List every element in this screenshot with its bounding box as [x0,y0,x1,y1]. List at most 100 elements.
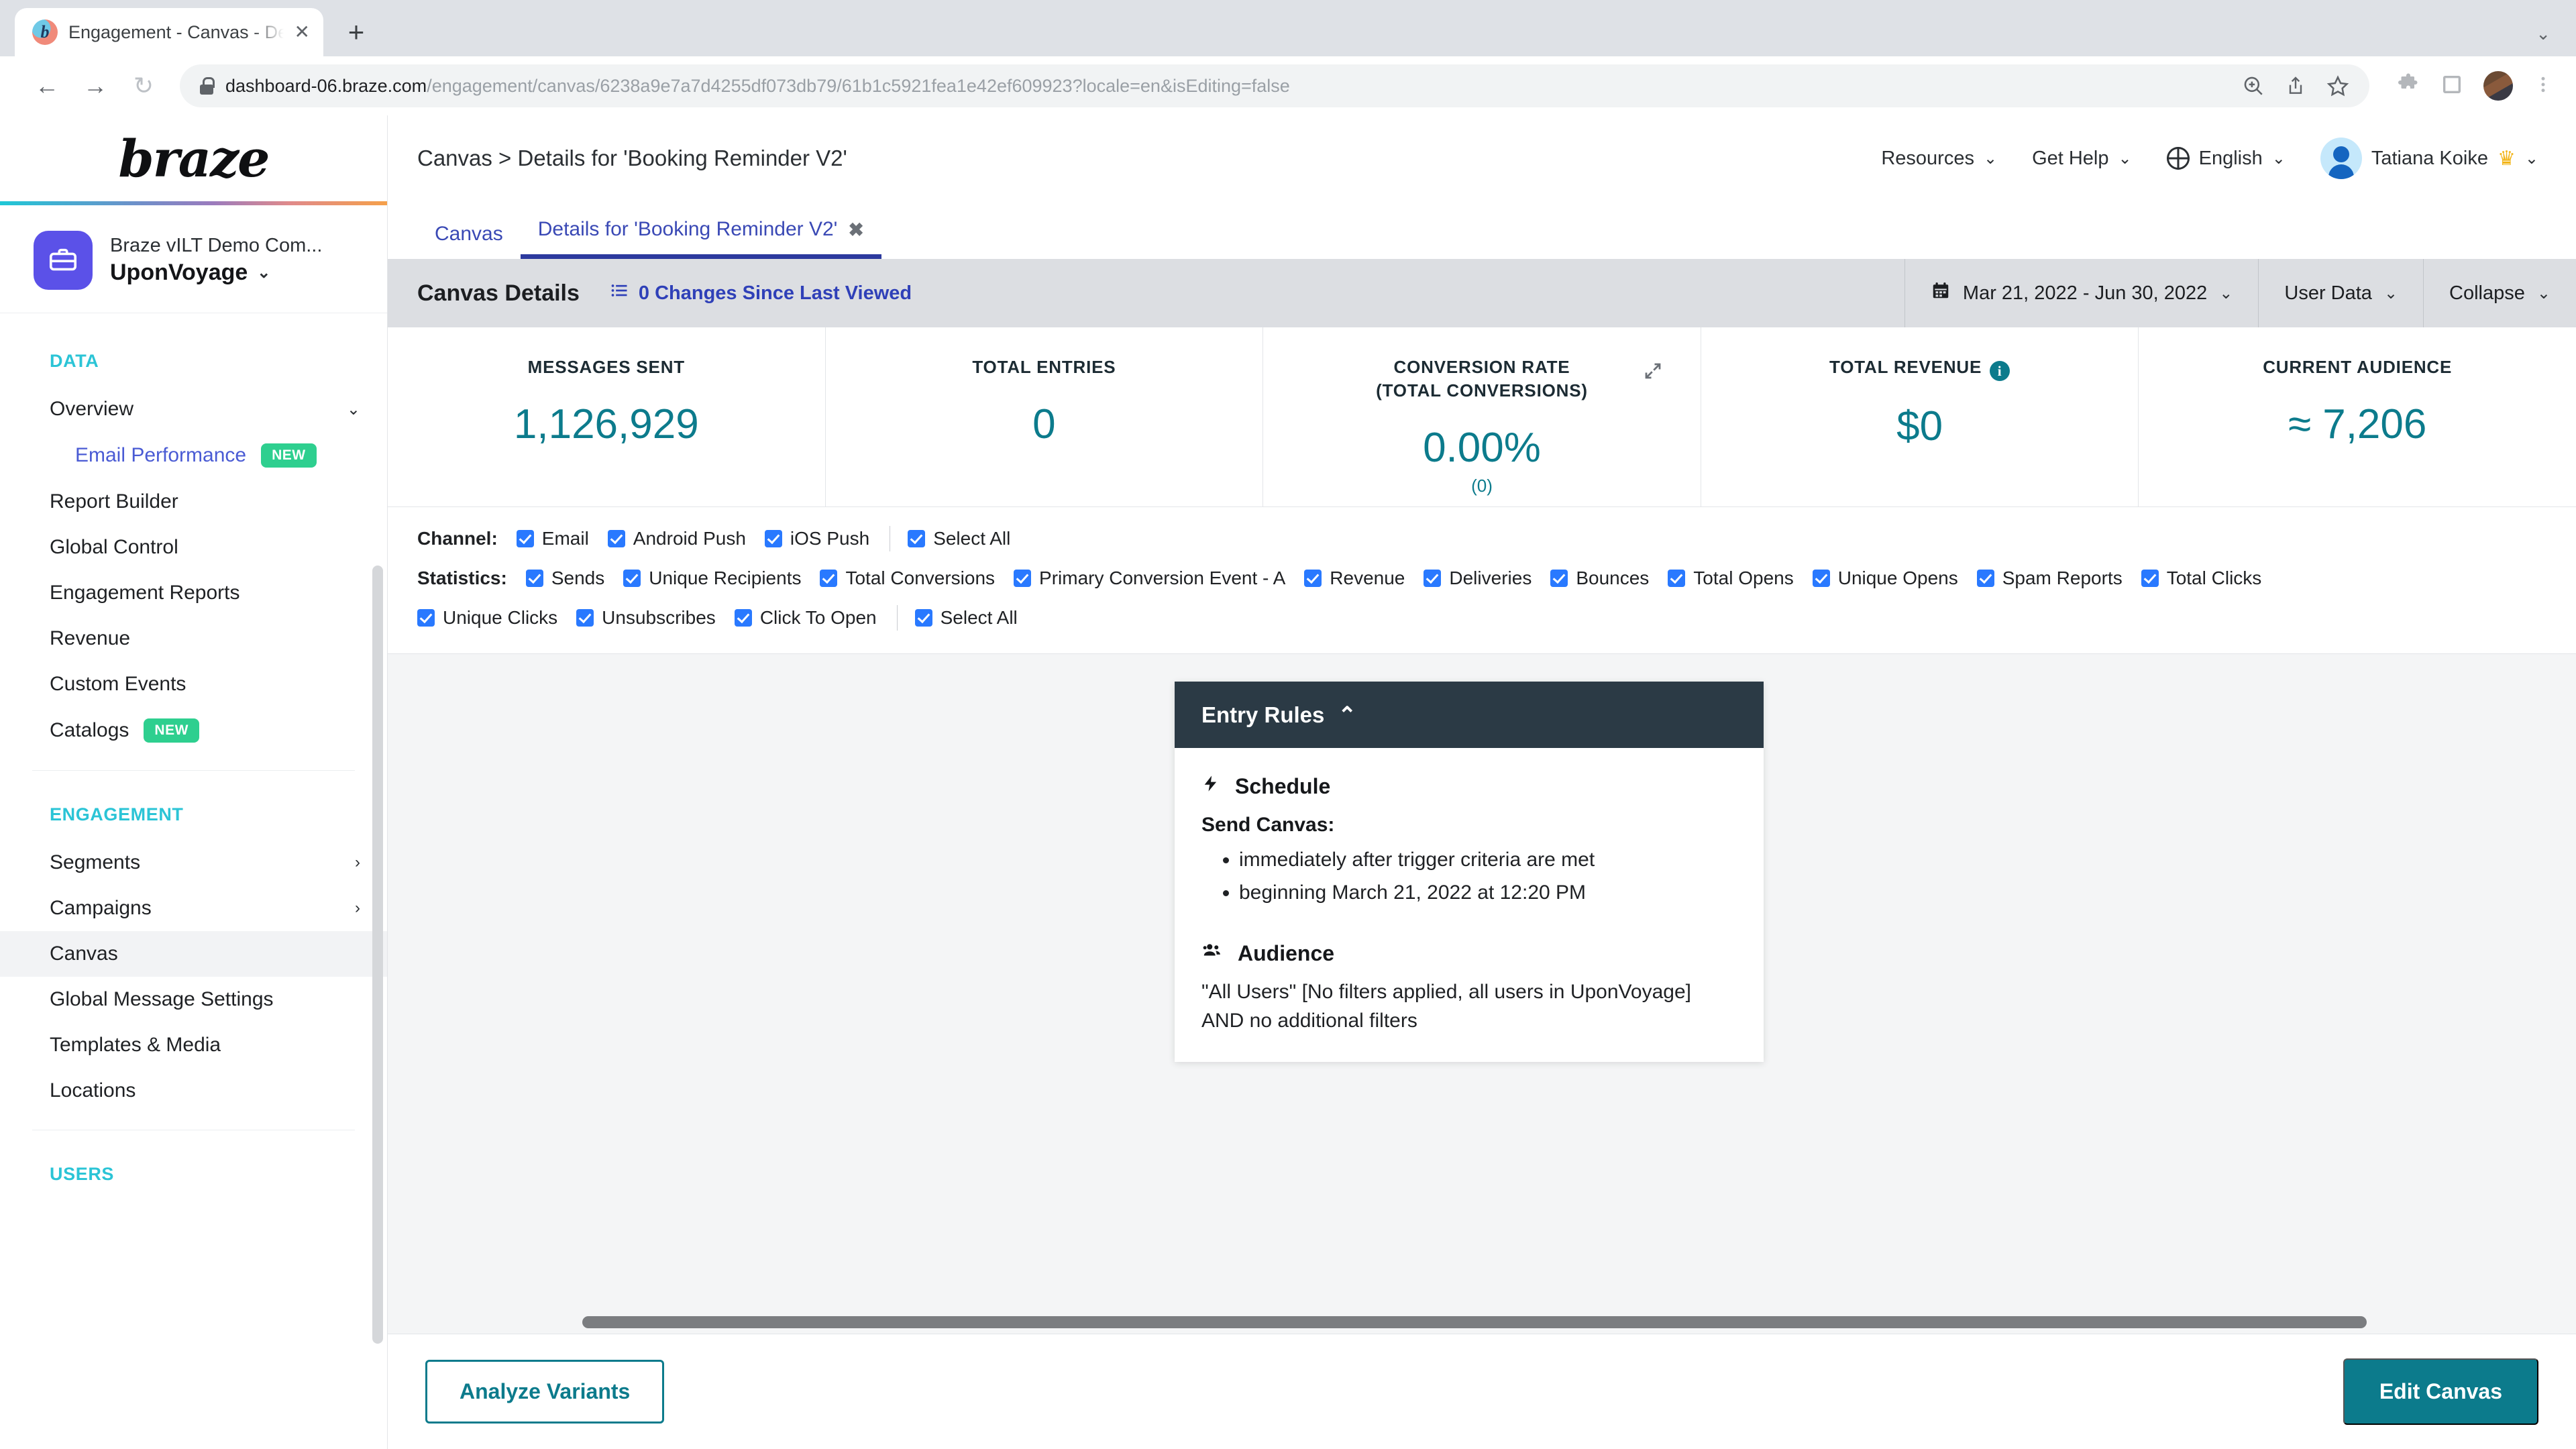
checkbox-total-conversions[interactable]: Total Conversions [820,568,995,589]
chevron-down-icon[interactable]: ⌄ [2536,23,2551,44]
checkbox-android-push[interactable]: Android Push [607,528,746,549]
resources-menu[interactable]: Resources ⌄ [1881,148,1997,170]
sidebar-item-campaigns[interactable]: Campaigns › [0,885,387,931]
sidebar-item-revenue[interactable]: Revenue [0,616,387,661]
sidebar-scrollbar[interactable] [372,566,383,1344]
user-data-selector[interactable]: User Data ⌄ [2258,259,2423,327]
language-menu[interactable]: English ⌄ [2166,147,2286,170]
collapse-selector[interactable]: Collapse ⌄ [2423,259,2576,327]
checkbox-primary-conversion-event-a[interactable]: Primary Conversion Event - A [1014,568,1285,589]
sidebar-item-canvas[interactable]: Canvas [0,931,387,977]
browser-tab[interactable]: Engagement - Canvas - Details ✕ [15,8,323,56]
address-bar[interactable]: dashboard-06.braze.com/engagement/canvas… [180,64,2369,107]
checkbox-total-clicks[interactable]: Total Clicks [2141,568,2261,589]
checkbox-unique-clicks[interactable]: Unique Clicks [417,607,557,629]
sidebar-item-global-message-settings[interactable]: Global Message Settings [0,977,387,1022]
three-dot-menu-icon[interactable] [2533,74,2553,98]
back-button-icon[interactable]: ← [23,62,71,110]
get-help-menu[interactable]: Get Help ⌄ [2032,148,2132,170]
kpi-conversion-rate: CONVERSION RATE (TOTAL CONVERSIONS) 0.00… [1263,327,1701,506]
sidebar-item-templates-media[interactable]: Templates & Media [0,1022,387,1068]
zoom-icon[interactable] [2242,74,2265,97]
tab-details[interactable]: Details for 'Booking Reminder V2' ✖ [520,218,881,259]
chevron-right-icon[interactable]: › [355,899,360,918]
user-menu[interactable]: Tatiana Koike ♛ ⌄ [2320,138,2538,179]
checkbox-bounces[interactable]: Bounces [1550,568,1649,589]
checkbox-spam-reports[interactable]: Spam Reports [1976,568,2123,589]
sidebar-item-custom-events[interactable]: Custom Events [0,661,387,707]
sidebar-item-engagement-reports[interactable]: Engagement Reports [0,570,387,616]
edit-canvas-button[interactable]: Edit Canvas [2343,1358,2538,1425]
checkbox-unique-recipients[interactable]: Unique Recipients [623,568,801,589]
checkbox-statistics-select-all[interactable]: Select All [914,607,1018,629]
sidebar-item-catalogs[interactable]: Catalogs NEW [0,707,387,754]
checkbox-label: Spam Reports [2002,568,2123,588]
chevron-up-icon[interactable]: ⌃ [1338,702,1356,728]
checkbox-total-opens[interactable]: Total Opens [1668,568,1794,589]
entry-rules-header[interactable]: Entry Rules ⌃ [1175,682,1764,748]
checkbox-channel-select-all[interactable]: Select All [908,528,1010,549]
tab-canvas[interactable]: Canvas [417,223,521,259]
analyze-variants-button[interactable]: Analyze Variants [425,1360,665,1424]
workspace-switcher[interactable]: Braze vILT Demo Com... UponVoyage ⌄ [0,205,387,313]
new-tab-button[interactable]: + [335,11,377,53]
changes-since-last-viewed-link[interactable]: 0 Changes Since Last Viewed [610,281,912,305]
share-icon[interactable] [2285,75,2306,97]
braze-logo[interactable]: braze [0,115,387,201]
sidebar-item-email-performance[interactable]: Email Performance NEW [0,432,387,479]
channel-filter-label: Channel: [417,528,498,549]
sidebar-nav: DATA Overview ⌄ Email Performance NEW Re… [0,313,387,1449]
close-tab-icon[interactable]: ✕ [294,23,310,42]
sidebar-divider [32,770,355,771]
horizontal-scrollbar-thumb[interactable] [582,1316,2367,1328]
checkbox-ios-push[interactable]: iOS Push [764,528,869,549]
info-icon[interactable]: i [1990,361,2010,382]
get-help-label: Get Help [2032,147,2109,169]
send-canvas-label: Send Canvas: [1201,814,1335,836]
checkbox-deliveries[interactable]: Deliveries [1424,568,1532,589]
canvas-viewport[interactable]: Entry Rules ⌃ Schedule Send Canvas: imme… [388,654,2576,1334]
puzzle-icon[interactable] [2396,72,2420,100]
sidebar-item-locations[interactable]: Locations [0,1068,387,1114]
sidebar: braze Braze vILT Demo Com... UponVoyage … [0,115,388,1449]
side-panel-icon[interactable] [2440,73,2463,99]
chevron-right-icon[interactable]: › [355,853,360,872]
sidebar-item-segments[interactable]: Segments › [0,840,387,885]
reload-button-icon[interactable]: ↻ [119,62,168,110]
expand-icon[interactable] [1643,361,1663,386]
checkbox-box [1668,570,1686,587]
checkbox-email[interactable]: Email [516,528,589,549]
briefcase-icon [34,231,93,290]
sidebar-item-global-control[interactable]: Global Control [0,525,387,570]
date-range-label: Mar 21, 2022 - Jun 30, 2022 [1962,282,2208,304]
horizontal-scrollbar[interactable] [388,1316,2576,1328]
divider [896,605,898,631]
checkbox-revenue[interactable]: Revenue [1304,568,1405,589]
audience-section-title: Audience [1201,941,1737,966]
close-tab-icon[interactable]: ✖ [848,219,863,241]
checkbox-click-to-open[interactable]: Click To Open [734,607,877,629]
checkbox-unsubscribes[interactable]: Unsubscribes [576,607,716,629]
checkbox-label: Select All [933,528,1011,549]
url-host: dashboard-06.braze.com [225,75,427,96]
star-icon[interactable] [2326,74,2349,97]
checkbox-unique-opens[interactable]: Unique Opens [1812,568,1958,589]
page-tabs: Canvas Details for 'Booking Reminder V2'… [388,201,2576,259]
sidebar-item-label: Overview [50,398,134,420]
chevron-down-icon[interactable]: ⌄ [257,263,270,282]
checkbox-label: Bounces [1576,568,1650,588]
checkbox-label: Revenue [1330,568,1405,588]
language-label: English [2198,147,2263,169]
checkbox-sends[interactable]: Sends [525,568,604,589]
kpi-label-text: TOTAL REVENUE [1829,357,1982,377]
forward-button-icon[interactable]: → [71,62,119,110]
checkbox-label: Select All [940,607,1018,628]
profile-avatar[interactable] [2483,71,2513,101]
date-range-picker[interactable]: Mar 21, 2022 - Jun 30, 2022 ⌄ [1904,259,2258,327]
kpi-total-revenue: TOTAL REVENUE i $0 [1701,327,2139,506]
workspace-name: UponVoyage ⌄ [110,260,322,286]
sidebar-item-label: Catalogs [50,719,129,741]
chevron-down-icon[interactable]: ⌄ [347,400,360,419]
sidebar-item-report-builder[interactable]: Report Builder [0,479,387,525]
sidebar-item-overview[interactable]: Overview ⌄ [0,386,387,432]
